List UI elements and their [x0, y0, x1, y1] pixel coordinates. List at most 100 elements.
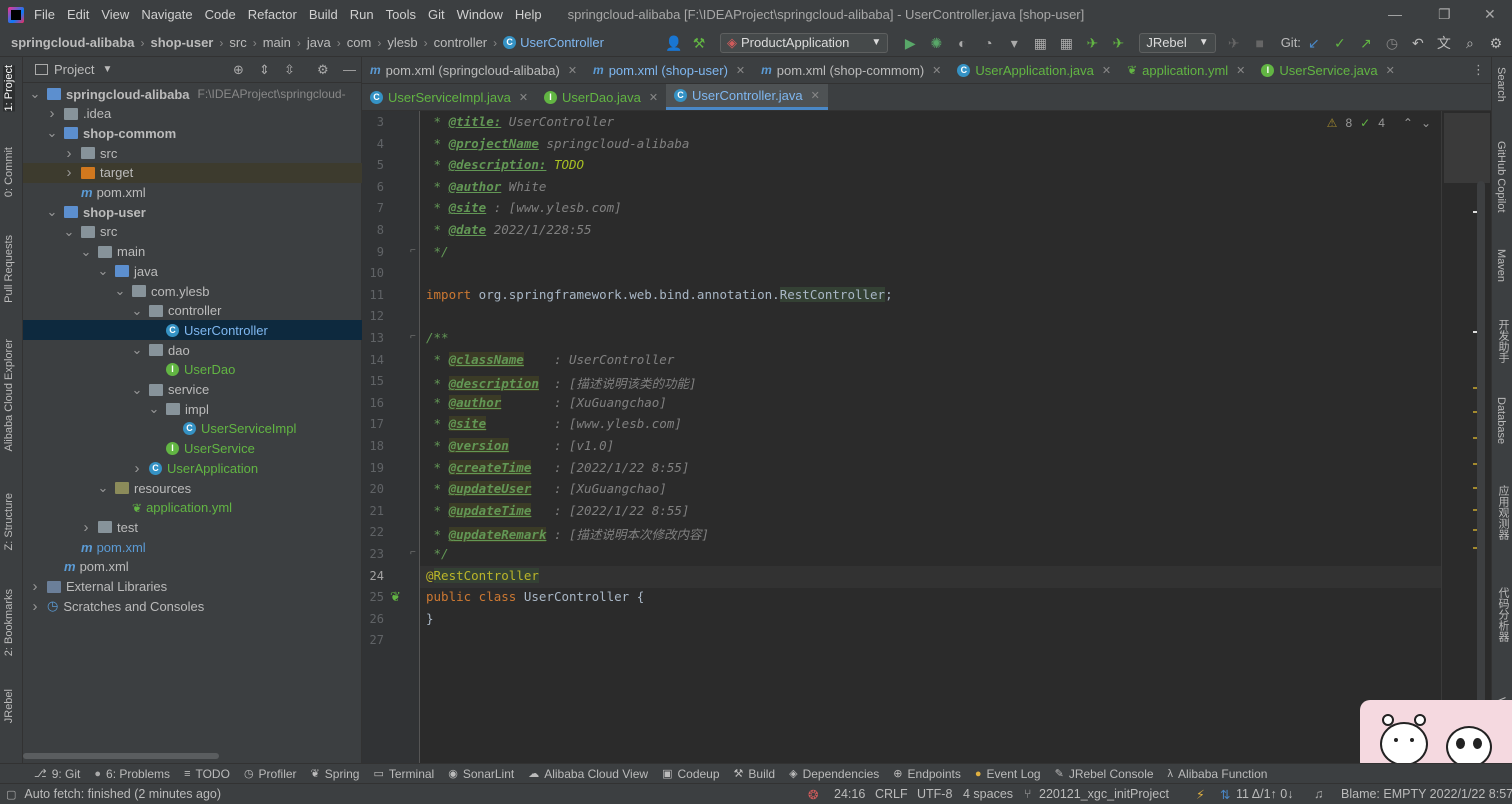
- close-tab-icon[interactable]: ✕: [649, 91, 658, 104]
- menu-navigate[interactable]: Navigate: [141, 7, 192, 22]
- tree-item[interactable]: › test: [23, 517, 362, 537]
- chevron-right-icon[interactable]: ›: [63, 164, 75, 181]
- jrebel-run-icon[interactable]: ✈: [1084, 35, 1100, 51]
- chevron-down-icon[interactable]: ⌄: [148, 401, 160, 417]
- close-tab-icon[interactable]: ✕: [1102, 64, 1111, 77]
- tree-item[interactable]: ⌄ dao: [23, 340, 362, 360]
- code-line[interactable]: * @date 2022/1/228:55: [426, 222, 592, 237]
- fold-marker-icon[interactable]: ⌐: [410, 331, 416, 342]
- code-line[interactable]: * @author White: [426, 179, 547, 194]
- tree-item[interactable]: › ◷ Scratches and Consoles: [23, 596, 362, 616]
- close-tab-icon[interactable]: ✕: [568, 64, 577, 77]
- chevron-down-icon[interactable]: ⌄: [97, 480, 109, 496]
- menu-file[interactable]: File: [34, 7, 55, 22]
- tree-item[interactable]: ⌄ src: [23, 222, 362, 242]
- chevron-down-icon[interactable]: ⌄: [131, 303, 143, 319]
- close-tab-icon[interactable]: ✕: [736, 64, 745, 77]
- right-tool-tab[interactable]: Database: [1495, 397, 1507, 444]
- bottom-tool-6-problems[interactable]: ● 6: Problems: [94, 767, 170, 781]
- code-line[interactable]: * @version : [v1.0]: [426, 438, 614, 453]
- spring-bean-icon[interactable]: ❦: [390, 589, 401, 605]
- editor-tab[interactable]: ❦ application.yml ✕: [1119, 57, 1253, 83]
- chevron-down-icon[interactable]: ⌄: [46, 125, 58, 141]
- caret-position[interactable]: 24:16: [834, 787, 865, 801]
- minimap-viewport[interactable]: [1444, 113, 1490, 183]
- tree-item[interactable]: ⌄ shop-commom: [23, 123, 362, 143]
- menu-tools[interactable]: Tools: [386, 7, 416, 22]
- menu-code[interactable]: Code: [205, 7, 236, 22]
- jrebel-debug-icon[interactable]: ✈: [1110, 35, 1126, 51]
- bottom-tool-codeup[interactable]: ▣ Codeup: [662, 767, 719, 781]
- close-tab-icon[interactable]: ✕: [1386, 64, 1395, 77]
- breadcrumb-item[interactable]: UserController: [520, 35, 604, 50]
- problems-icon[interactable]: ❂: [808, 787, 818, 802]
- code-line[interactable]: * @description : [描述说明该类的功能]: [426, 373, 697, 392]
- code-line[interactable]: * @className : UserController: [426, 351, 674, 367]
- minimap[interactable]: [1441, 111, 1491, 763]
- file-encoding[interactable]: UTF-8: [917, 787, 952, 801]
- device2-icon[interactable]: ▦: [1058, 35, 1074, 51]
- code-line[interactable]: * @site : [www.ylesb.com]: [426, 200, 622, 215]
- chevron-down-icon[interactable]: ▼: [102, 64, 112, 75]
- menu-view[interactable]: View: [101, 7, 129, 22]
- debug-icon[interactable]: ✺: [928, 35, 944, 51]
- chevron-right-icon[interactable]: ›: [29, 578, 41, 595]
- tree-item[interactable]: C UserController: [23, 320, 362, 341]
- run-icon[interactable]: ▶: [902, 35, 918, 51]
- horizontal-scrollbar[interactable]: [23, 753, 219, 759]
- code-line[interactable]: @RestController: [426, 567, 539, 583]
- code-editor[interactable]: 3 4 5 6 7 8 9 10 11 12 13 14 15 16 17 18 19 20 21 22 23 24 25 2…: [362, 111, 1491, 763]
- jrebel-off-icon[interactable]: ✈: [1226, 35, 1242, 51]
- device-icon[interactable]: ▦: [1032, 35, 1048, 51]
- bell-icon[interactable]: ♫: [1314, 787, 1323, 801]
- tree-item[interactable]: C UserServiceImpl: [23, 419, 362, 439]
- bottom-tool-event-log[interactable]: ● Event Log: [975, 767, 1041, 781]
- inspection-widget[interactable]: ⚠ 8 ✓ 4 ⌃ ⌄: [1327, 116, 1431, 130]
- more-tabs-icon[interactable]: ⋮: [1472, 62, 1485, 78]
- tree-item[interactable]: m pom.xml: [23, 183, 362, 203]
- breadcrumb-item[interactable]: shop-user: [151, 35, 214, 50]
- bottom-tool-endpoints[interactable]: ⊕ Endpoints: [893, 767, 961, 781]
- build-hammer-icon[interactable]: ⚒: [691, 35, 707, 51]
- editor-tab[interactable]: m pom.xml (shop-commom) ✕: [753, 57, 949, 83]
- tree-item[interactable]: ⌄ controller: [23, 301, 362, 321]
- chevron-down-icon[interactable]: ⌄: [131, 382, 143, 398]
- code-line[interactable]: * @description: TODO: [426, 157, 585, 172]
- menu-window[interactable]: Window: [457, 7, 503, 22]
- locate-file-icon[interactable]: ⊕: [233, 62, 244, 78]
- chevron-down-icon[interactable]: ⌄: [63, 224, 75, 240]
- bottom-tool-jrebel-console[interactable]: ✎ JRebel Console: [1055, 767, 1154, 781]
- chevron-right-icon[interactable]: ›: [80, 519, 92, 536]
- tree-item[interactable]: m pom.xml: [23, 557, 362, 577]
- hide-panel-icon[interactable]: —: [343, 62, 356, 77]
- breadcrumb-item[interactable]: src: [229, 35, 246, 50]
- git-update-icon[interactable]: ↙: [1306, 35, 1322, 51]
- code-line[interactable]: * @updateRemark : [描述说明本次修改内容]: [426, 524, 709, 543]
- search-icon[interactable]: ⌕: [1462, 35, 1478, 51]
- code-line[interactable]: * @site : [www.ylesb.com]: [426, 416, 682, 432]
- bottom-tool-terminal[interactable]: ▭ Terminal: [373, 767, 434, 781]
- breadcrumb-item[interactable]: main: [263, 35, 291, 50]
- jrebel-select[interactable]: JRebel ▼: [1139, 32, 1216, 53]
- tree-item[interactable]: ⌄ resources: [23, 478, 362, 498]
- bulb-icon[interactable]: ⚡: [1196, 787, 1205, 802]
- restore-icon[interactable]: ❐: [1438, 6, 1451, 23]
- git-push-icon[interactable]: ↗: [1358, 35, 1374, 51]
- right-tool-tab[interactable]: Maven: [1495, 249, 1507, 282]
- bottom-tool-alibaba-cloud-view[interactable]: ☁ Alibaba Cloud View: [528, 767, 648, 781]
- bottom-tool-todo[interactable]: ≡ TODO: [184, 767, 230, 781]
- minimize-icon[interactable]: —: [1388, 6, 1402, 22]
- line-separator[interactable]: CRLF: [875, 787, 908, 801]
- tree-item[interactable]: › target: [23, 162, 362, 183]
- tool-tab-1-project[interactable]: 1: Project: [3, 65, 15, 112]
- code-line[interactable]: */: [426, 546, 449, 561]
- right-tool-tab[interactable]: Search: [1495, 67, 1507, 102]
- user-icon[interactable]: 👤: [665, 35, 682, 51]
- code-line[interactable]: * @projectName springcloud-alibaba: [426, 136, 690, 151]
- git-counts[interactable]: 11 Δ/1↑ 0↓: [1236, 787, 1293, 801]
- tool-tab-z-structure[interactable]: Z: Structure: [3, 493, 15, 550]
- tree-item[interactable]: › C UserApplication: [23, 458, 362, 478]
- close-tab-icon[interactable]: ✕: [519, 91, 528, 104]
- editor-tab[interactable]: C UserServiceImpl.java ✕: [362, 84, 536, 110]
- coverage-icon[interactable]: ◐: [954, 35, 970, 51]
